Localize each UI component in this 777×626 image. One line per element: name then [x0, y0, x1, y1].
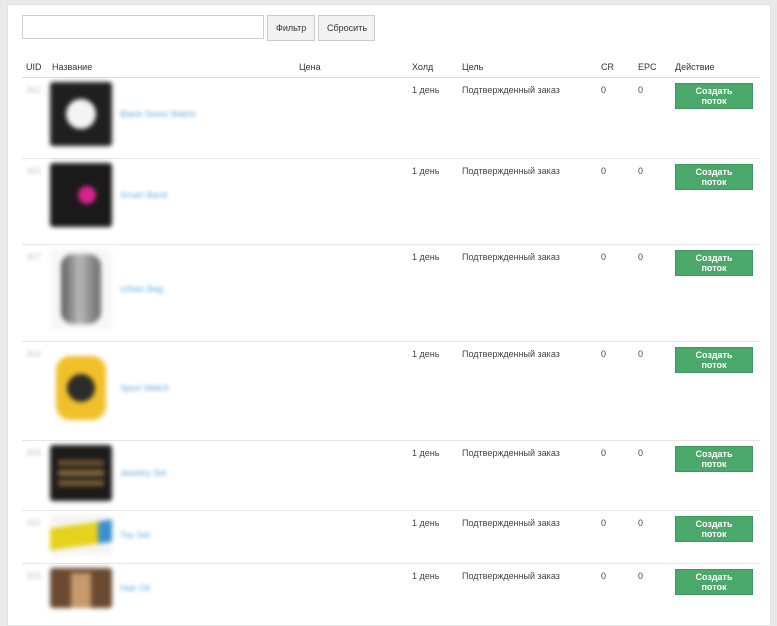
action-cell: Создать поток: [671, 244, 760, 342]
table-row: 357 Urban Bag 1 день Подтвержденный зака…: [22, 244, 760, 342]
name-cell: Toy Set: [48, 510, 295, 564]
hold-cell: 1 день: [408, 510, 458, 564]
cr-cell: 0: [597, 341, 634, 441]
product-link[interactable]: Toy Set: [120, 530, 150, 540]
create-stream-button[interactable]: Создать поток: [675, 569, 753, 595]
create-stream-button[interactable]: Создать поток: [675, 446, 753, 472]
hold-cell: 1 день: [408, 563, 458, 624]
header-goal: Цель: [458, 57, 597, 78]
uid-cell: 364: [22, 341, 48, 441]
filter-button[interactable]: Фильтр: [267, 15, 315, 41]
epc-cell: 0: [634, 341, 671, 441]
header-name: Название: [48, 57, 295, 78]
create-stream-button[interactable]: Создать поток: [675, 250, 753, 276]
toy-thumbnail[interactable]: [50, 515, 112, 555]
uid-cell: 362: [26, 85, 42, 95]
cr-cell: 0: [597, 244, 634, 342]
price-cell: [295, 563, 408, 624]
header-price: Цена: [295, 57, 408, 78]
table-row: 355 Hair Oil 1 день Подтвержденный заказ…: [22, 563, 760, 624]
cr-cell: 0: [597, 440, 634, 511]
reset-button[interactable]: Сбросить: [318, 15, 375, 41]
goal-cell: Подтвержденный заказ: [458, 563, 597, 624]
watch-thumbnail[interactable]: [50, 346, 112, 430]
name-cell: Smart Band: [48, 158, 295, 245]
bag-thumbnail[interactable]: [50, 249, 112, 329]
price-cell: [295, 158, 408, 245]
cr-cell: 0: [601, 85, 607, 95]
create-stream-button[interactable]: Создать поток: [675, 347, 753, 373]
product-thumbnail[interactable]: [50, 568, 112, 608]
name-cell: Hair Oil: [48, 563, 295, 624]
name-cell: Jewelry Set: [48, 440, 295, 511]
table-row: 364 Sport Watch 1 день Подтвержденный за…: [22, 341, 760, 441]
epc-cell: 0: [634, 510, 671, 564]
header-hold: Холд: [408, 57, 458, 78]
cr-cell: 0: [597, 158, 634, 245]
hold-cell: 1 день: [412, 85, 440, 95]
goal-cell: Подтвержденный заказ: [458, 440, 597, 511]
uid-cell: 352: [22, 510, 48, 564]
price-cell: [295, 78, 408, 159]
goal-cell: Подтвержденный заказ: [462, 85, 560, 95]
uid-cell: 355: [22, 563, 48, 624]
product-link[interactable]: Black Swiss Watch: [120, 109, 196, 119]
hold-cell: 1 день: [408, 341, 458, 441]
price-cell: [295, 510, 408, 564]
goal-cell: Подтвержденный заказ: [458, 341, 597, 441]
epc-cell: 0: [634, 158, 671, 245]
product-link[interactable]: Urban Bag: [120, 284, 163, 294]
product-link[interactable]: Sport Watch: [120, 383, 169, 393]
epc-cell: 0: [634, 244, 671, 342]
name-cell: Urban Bag: [48, 244, 295, 342]
action-cell: Создать поток: [671, 510, 760, 564]
cr-cell: 0: [597, 510, 634, 564]
price-cell: [295, 244, 408, 342]
filter-bar: Фильтр Сбросить: [22, 15, 375, 41]
product-link[interactable]: Hair Oil: [120, 583, 150, 593]
cr-cell: 0: [597, 563, 634, 624]
action-cell: Создать поток: [671, 440, 760, 511]
action-cell: Создать поток: [671, 563, 760, 624]
price-cell: [295, 440, 408, 511]
header-action: Действие: [671, 57, 760, 78]
name-cell: Sport Watch: [48, 341, 295, 441]
table-row: 365 Smart Band 1 день Подтвержденный зак…: [22, 158, 760, 245]
uid-cell: 357: [22, 244, 48, 342]
offers-panel: Фильтр Сбросить UID Название Цена Холд Ц…: [7, 4, 771, 626]
table-row: 362 Black Swiss Watch 1 день Подтвержден…: [22, 78, 760, 159]
product-link[interactable]: Jewelry Set: [120, 468, 167, 478]
epc-cell: 0: [638, 85, 644, 95]
product-link[interactable]: Smart Band: [120, 190, 168, 200]
action-cell: Создать поток: [671, 158, 760, 245]
price-cell: [295, 341, 408, 441]
create-stream-button[interactable]: Создать поток: [675, 516, 753, 542]
epc-cell: 0: [634, 440, 671, 511]
uid-cell: 359: [22, 440, 48, 511]
table-row: 359 Jewelry Set 1 день Подтвержденный за…: [22, 440, 760, 511]
hold-cell: 1 день: [408, 244, 458, 342]
goal-cell: Подтвержденный заказ: [458, 510, 597, 564]
header-cr: CR: [597, 57, 634, 78]
hold-cell: 1 день: [408, 158, 458, 245]
table-header-row: UID Название Цена Холд Цель CR EPC Дейст…: [22, 57, 760, 78]
header-epc: EPC: [634, 57, 671, 78]
watch-thumbnail[interactable]: [50, 82, 112, 146]
table-row: 352 Toy Set 1 день Подтвержденный заказ …: [22, 510, 760, 564]
search-input[interactable]: [22, 15, 264, 39]
epc-cell: 0: [634, 563, 671, 624]
uid-cell: 365: [22, 158, 48, 245]
header-uid: UID: [22, 57, 48, 78]
offers-table: UID Название Цена Холд Цель CR EPC Дейст…: [22, 57, 760, 624]
action-cell: Создать поток: [671, 341, 760, 441]
name-cell: Black Swiss Watch: [48, 78, 295, 159]
band-thumbnail[interactable]: [50, 163, 112, 227]
goal-cell: Подтвержденный заказ: [458, 244, 597, 342]
jewelry-thumbnail[interactable]: [50, 445, 112, 501]
action-cell: Создать поток: [671, 78, 760, 159]
create-stream-button[interactable]: Создать поток: [675, 164, 753, 190]
goal-cell: Подтвержденный заказ: [458, 158, 597, 245]
create-stream-button[interactable]: Создать поток: [675, 83, 753, 109]
hold-cell: 1 день: [408, 440, 458, 511]
